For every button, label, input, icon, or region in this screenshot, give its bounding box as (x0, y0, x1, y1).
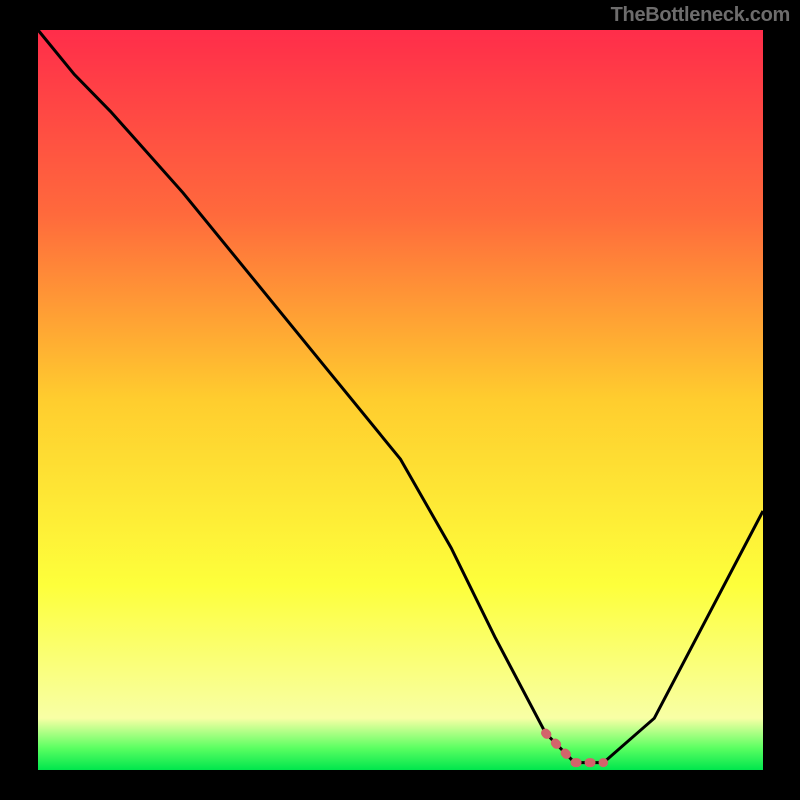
chart-container: TheBottleneck.com (0, 0, 800, 800)
bottleneck-chart (0, 0, 800, 800)
gradient-background (38, 30, 763, 770)
attribution-label: TheBottleneck.com (611, 4, 790, 27)
